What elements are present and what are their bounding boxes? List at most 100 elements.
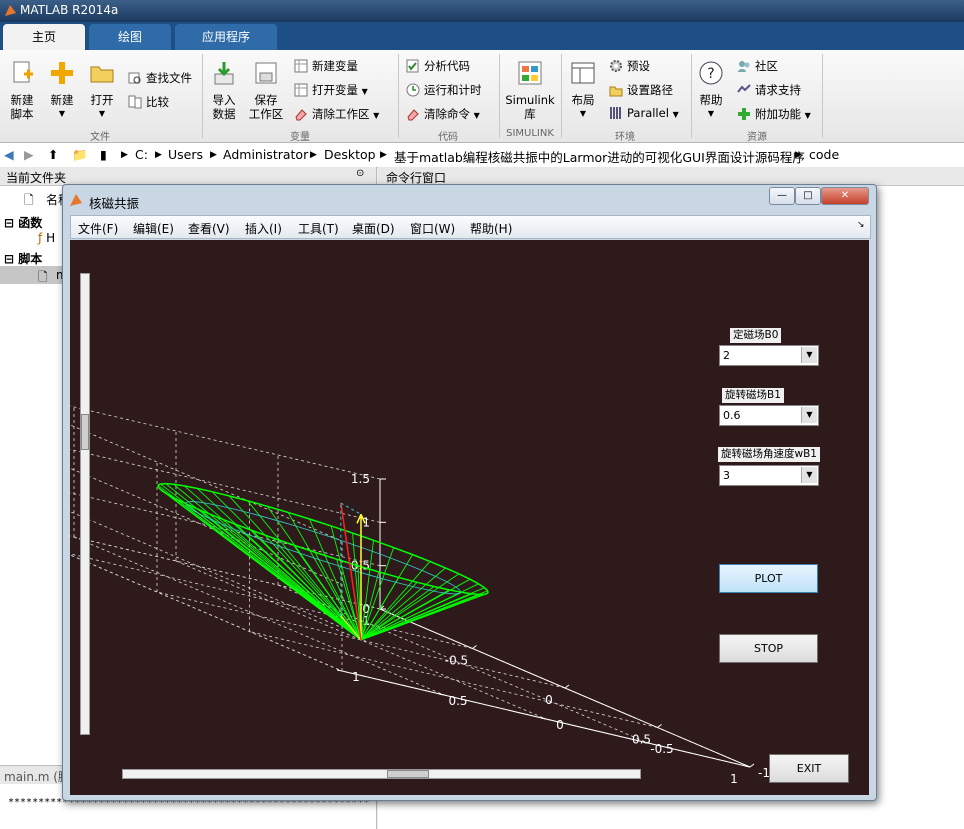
new-icon xyxy=(51,62,73,84)
layout-label: 布局 xyxy=(571,93,595,107)
y-tick xyxy=(438,693,445,696)
layout-dropdown-icon[interactable]: ▼ xyxy=(565,107,601,121)
plot-button[interactable]: PLOT xyxy=(719,564,818,593)
preferences-button[interactable]: 预设 xyxy=(609,58,650,74)
forward-arrow-icon[interactable]: ▶ xyxy=(24,147,34,162)
tab-plots[interactable]: 绘图 xyxy=(89,24,171,50)
menu-desktop[interactable]: 桌面(D) xyxy=(352,220,395,237)
help-icon: ? xyxy=(699,61,723,85)
new-button[interactable]: 新建 ▼ xyxy=(44,54,80,121)
analyze-code-button[interactable]: 分析代码 xyxy=(406,58,470,74)
breadcrumb-project[interactable]: 基于matlab编程核磁共振中的Larmor进动的可视化GUI界面设计源码程序 xyxy=(394,147,805,166)
horizontal-slider-thumb[interactable] xyxy=(387,770,429,778)
breadcrumb-users[interactable]: Users xyxy=(168,147,203,162)
compare-button[interactable]: 比较 xyxy=(128,94,169,110)
cone-rim xyxy=(161,489,168,495)
cone-rim xyxy=(309,518,332,527)
find-files-label: 查找文件 xyxy=(146,71,192,85)
new-script-button[interactable]: 新建 脚本 xyxy=(3,54,41,121)
y-tick-label: 1 xyxy=(352,670,360,684)
cone-vector xyxy=(360,591,463,641)
set-path-button[interactable]: 设置路径 xyxy=(609,82,673,98)
menu-window[interactable]: 窗口(W) xyxy=(410,220,455,237)
panel-menu-icon[interactable]: ⊙ xyxy=(356,168,364,179)
breadcrumb-code[interactable]: code xyxy=(809,147,839,162)
clear-commands-button[interactable]: 清除命令 ▼ xyxy=(406,106,480,122)
open-variable-button[interactable]: 打开变量 ▼ xyxy=(294,82,368,98)
import-data-button[interactable]: 导入 数据 xyxy=(205,54,243,121)
add-ons-label: 附加功能 xyxy=(755,107,801,121)
browse-folder-icon[interactable]: 📁 xyxy=(72,147,88,163)
menu-tools[interactable]: 工具(T) xyxy=(298,220,339,237)
clear-workspace-button[interactable]: 清除工作区 ▼ xyxy=(294,106,379,122)
request-support-button[interactable]: 请求支持 xyxy=(737,82,801,98)
help-dropdown-icon[interactable]: ▼ xyxy=(694,107,728,121)
parallel-button[interactable]: Parallel ▼ xyxy=(609,106,679,120)
tab-home[interactable]: 主页 xyxy=(3,24,85,50)
breadcrumb-administrator[interactable]: Administrator xyxy=(223,147,308,162)
breadcrumb-c[interactable]: C: xyxy=(135,147,148,162)
x-tick xyxy=(749,763,755,768)
x-tick-label: -0.5 xyxy=(445,654,468,668)
plot-3d[interactable]: 00.511.5-1-0.500.51-1-0.500.51 xyxy=(70,240,869,795)
new-script-icon xyxy=(13,61,33,83)
community-icon xyxy=(738,61,750,72)
chevron-down-icon[interactable]: ▼ xyxy=(801,467,817,483)
menu-help[interactable]: 帮助(H) xyxy=(470,220,512,237)
group-scripts[interactable]: ⊟ 脚本 xyxy=(4,250,42,267)
layout-button[interactable]: 布局 ▼ xyxy=(565,54,601,121)
group-functions[interactable]: ⊟ 函数 xyxy=(4,214,42,231)
new-variable-button[interactable]: 新建变量 xyxy=(294,58,358,74)
close-button[interactable]: ✕ xyxy=(821,187,869,205)
vertical-slider[interactable] xyxy=(80,273,90,735)
b1-select[interactable]: 0.6 ▼ xyxy=(719,405,819,426)
chevron-down-icon[interactable]: ▼ xyxy=(801,347,817,363)
menu-insert[interactable]: 插入(I) xyxy=(245,220,282,237)
wb1-label: 旋转磁场角速度wB1 xyxy=(718,447,820,462)
run-and-time-button[interactable]: 运行和计时 xyxy=(406,82,482,98)
new-dropdown-icon[interactable]: ▼ xyxy=(44,107,80,121)
menu-edit[interactable]: 编辑(E) xyxy=(133,220,174,237)
run-and-time-label: 运行和计时 xyxy=(424,83,482,97)
simulink-library-button[interactable]: Simulink 库 xyxy=(503,54,557,121)
stop-button[interactable]: STOP xyxy=(719,634,818,663)
add-ons-dropdown-icon[interactable]: ▼ xyxy=(805,111,811,120)
set-path-icon xyxy=(609,86,623,97)
minimize-button[interactable]: — xyxy=(769,187,795,205)
clear-commands-label: 清除命令 xyxy=(424,107,470,121)
add-ons-button[interactable]: 附加功能 ▼ xyxy=(737,106,811,122)
open-button[interactable]: 打开 ▼ xyxy=(84,54,120,121)
list-item[interactable]: ƒ H xyxy=(38,231,55,245)
exit-button[interactable]: EXIT xyxy=(769,754,849,783)
grid-line xyxy=(70,405,381,480)
open-variable-dropdown-icon[interactable]: ▼ xyxy=(362,87,368,96)
maximize-button[interactable]: □ xyxy=(795,187,821,205)
b0-select[interactable]: 2 ▼ xyxy=(719,345,819,366)
trace-curve xyxy=(445,580,453,586)
community-button[interactable]: 社区 xyxy=(737,58,778,74)
chevron-down-icon[interactable]: ▼ xyxy=(801,407,817,423)
tab-apps[interactable]: 应用程序 xyxy=(175,24,277,50)
menu-overflow-icon[interactable]: ↘ xyxy=(857,220,865,230)
horizontal-slider[interactable] xyxy=(122,769,641,779)
save-workspace-button[interactable]: 保存 工作区 xyxy=(246,54,286,121)
clear-workspace-dropdown-icon[interactable]: ▼ xyxy=(373,111,379,120)
find-files-button[interactable]: 查找文件 xyxy=(128,70,192,86)
simulink-icon xyxy=(518,61,542,85)
help-button[interactable]: ? 帮助 ▼ xyxy=(694,54,728,121)
guide-line xyxy=(340,502,362,515)
back-arrow-icon[interactable]: ◀ xyxy=(4,147,14,162)
clear-commands-dropdown-icon[interactable]: ▼ xyxy=(474,111,480,120)
menu-view[interactable]: 查看(V) xyxy=(188,220,230,237)
menu-file[interactable]: 文件(F) xyxy=(78,220,118,237)
parallel-dropdown-icon[interactable]: ▼ xyxy=(673,110,679,119)
ribbon-tabs: 主页 绘图 应用程序 xyxy=(0,22,964,50)
trace-curve xyxy=(316,558,335,565)
request-support-label: 请求支持 xyxy=(755,83,801,97)
open-dropdown-icon[interactable]: ▼ xyxy=(84,107,120,121)
section-environment: 环境 xyxy=(615,132,635,143)
vertical-slider-thumb[interactable] xyxy=(81,414,89,450)
up-folder-icon[interactable]: ⬆ xyxy=(48,147,58,162)
breadcrumb-desktop[interactable]: Desktop xyxy=(324,147,376,162)
wb1-select[interactable]: 3 ▼ xyxy=(719,465,819,486)
